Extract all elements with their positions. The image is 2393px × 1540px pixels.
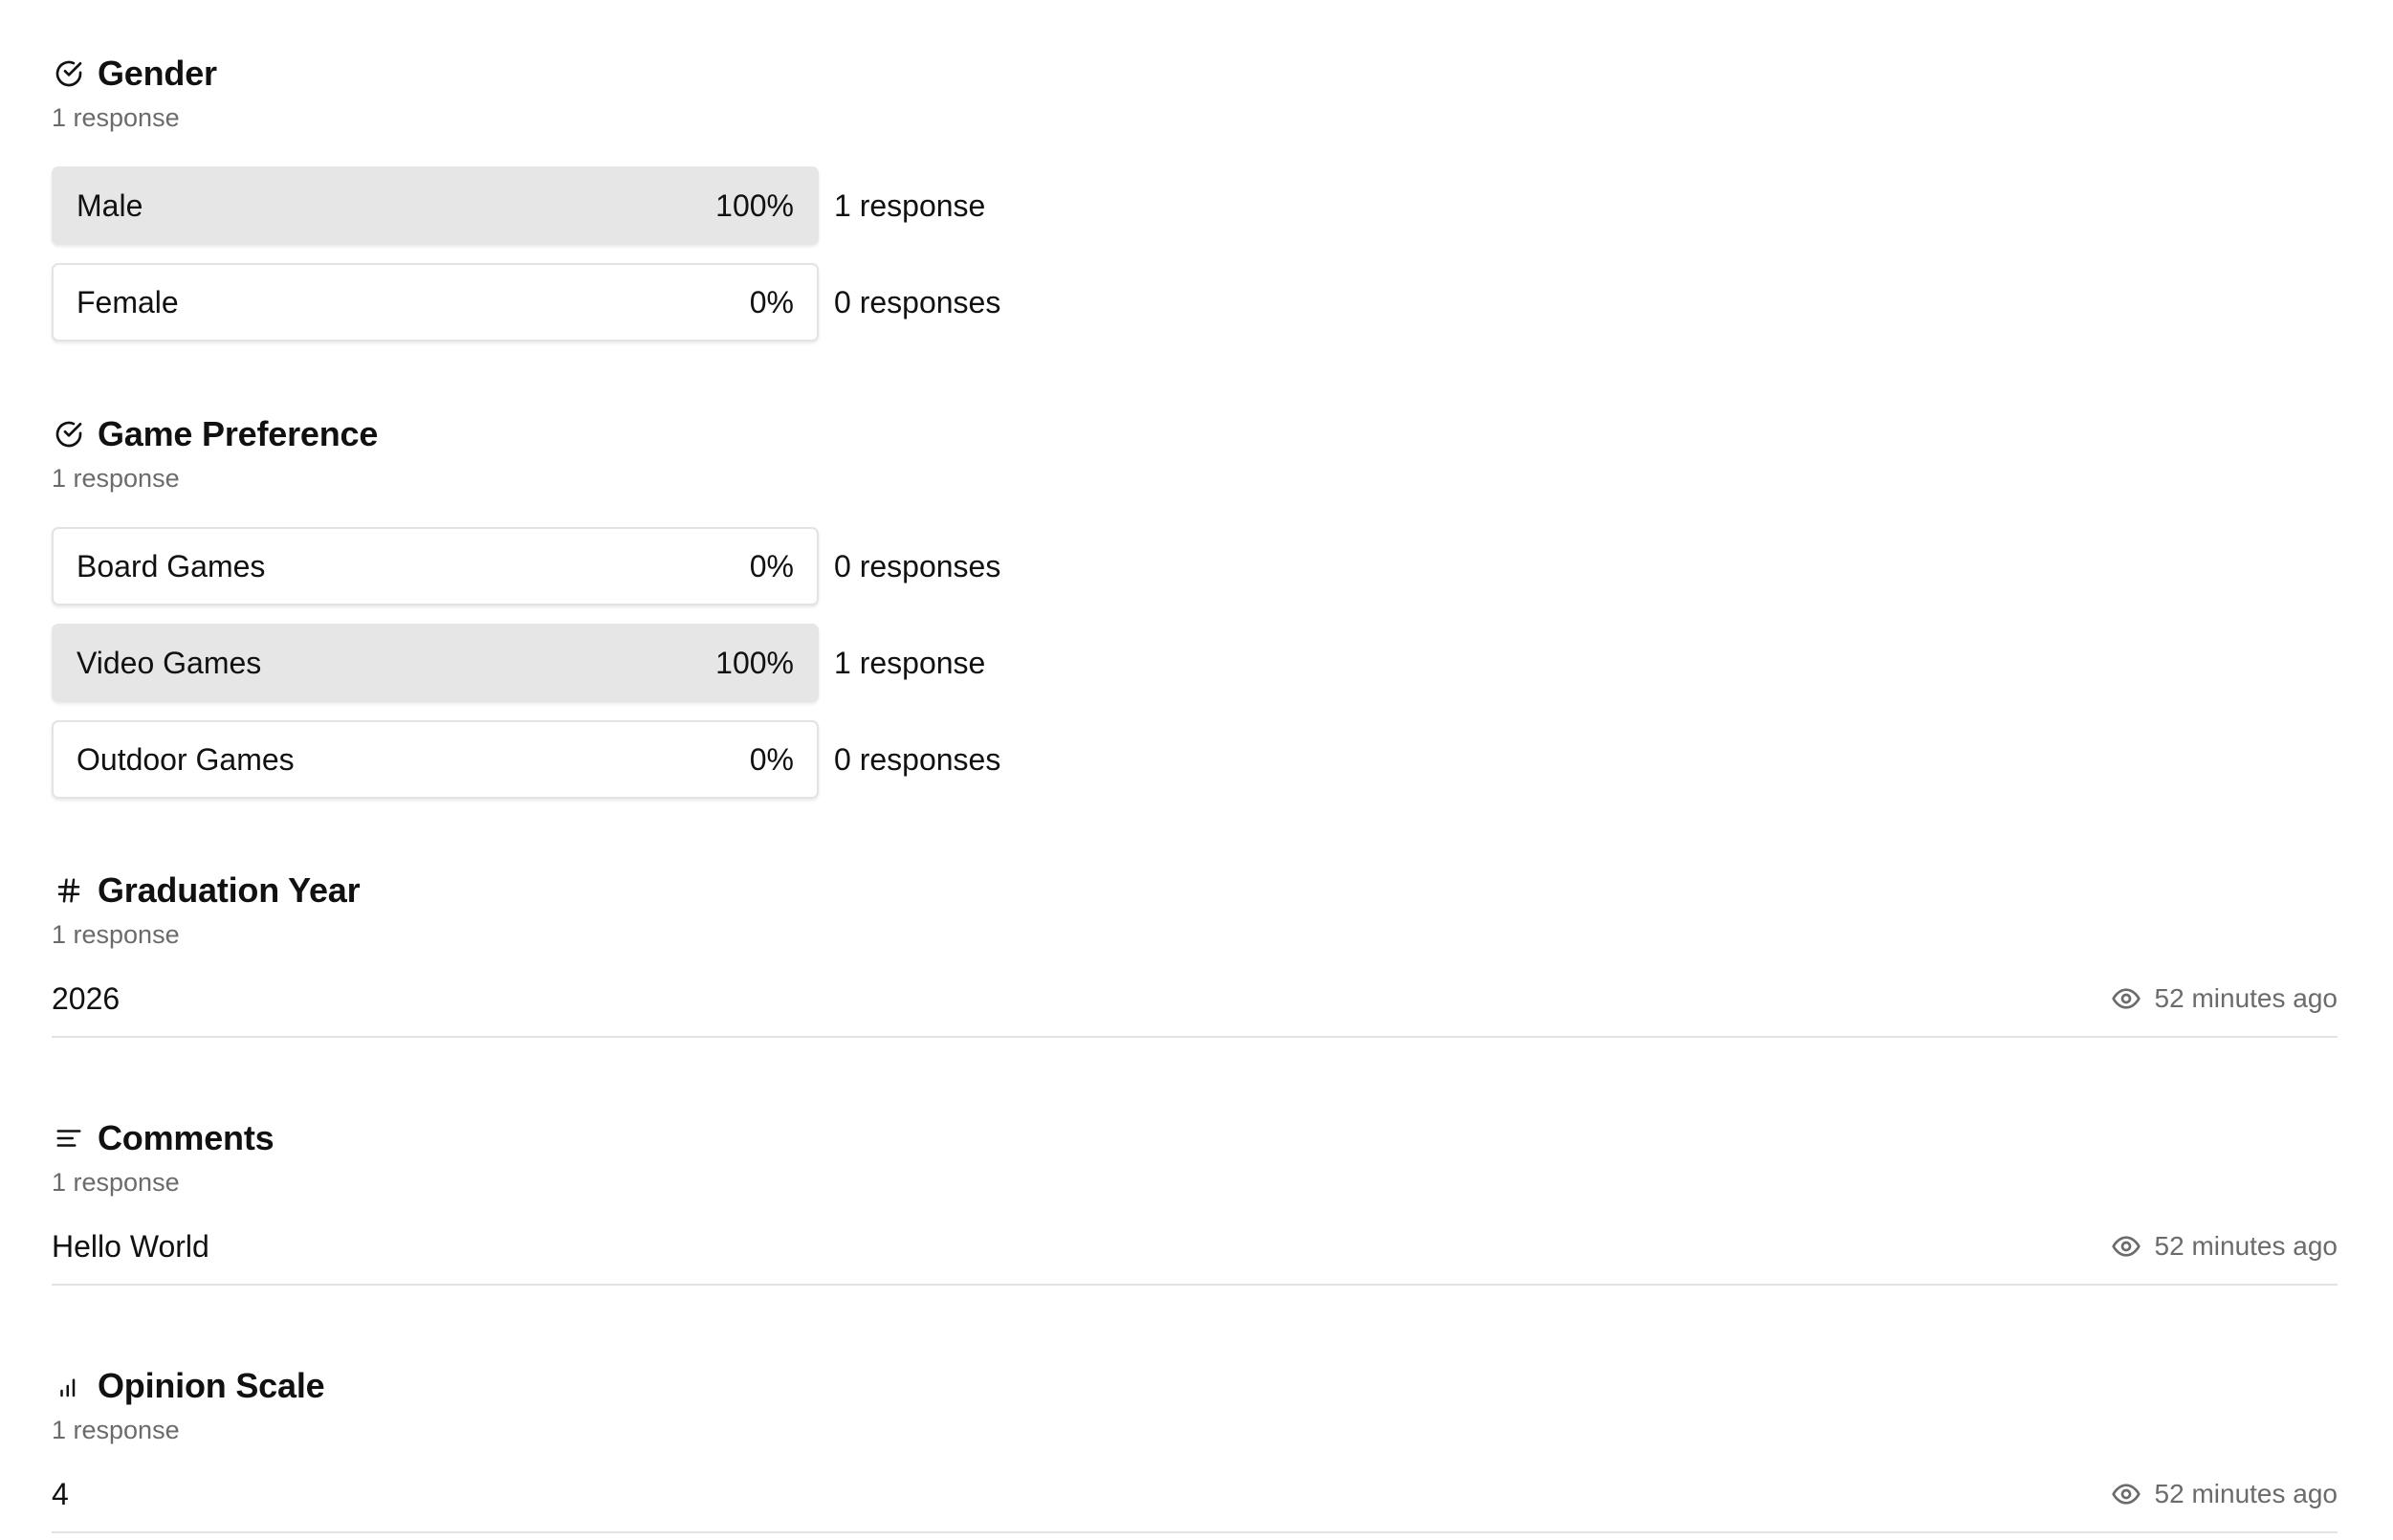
question-gender: Gender 1 response Male 100% 1 response F… xyxy=(52,52,1000,359)
option-label: Male xyxy=(77,187,143,223)
question-header: Graduation Year xyxy=(52,869,2338,913)
check-circle-icon xyxy=(52,417,86,451)
answer-row: 4 52 minutes ago xyxy=(52,1457,2338,1533)
answer-timestamp: 52 minutes ago xyxy=(2111,1479,2338,1509)
question-header: Opinion Scale xyxy=(52,1364,2338,1408)
eye-icon[interactable] xyxy=(2111,1479,2141,1509)
option-label: Outdoor Games xyxy=(77,741,295,777)
answer-timestamp: 52 minutes ago xyxy=(2111,983,2338,1014)
hash-icon xyxy=(52,873,86,908)
answer-value: Hello World xyxy=(52,1228,209,1264)
question-game-preference: Game Preference 1 response Board Games 0… xyxy=(52,412,1000,816)
option-label: Video Games xyxy=(77,645,262,680)
question-title: Comments xyxy=(98,1118,274,1157)
question-graduation-year: Graduation Year 1 response 2026 52 minut… xyxy=(52,869,2338,1038)
option-count: 0 responses xyxy=(834,548,1001,583)
text-lines-icon xyxy=(52,1121,86,1155)
option-percent: 0% xyxy=(749,548,794,583)
question-title: Game Preference xyxy=(98,414,379,453)
question-title: Opinion Scale xyxy=(98,1366,325,1405)
option-board-games[interactable]: Board Games 0% xyxy=(52,527,819,605)
answer-row: 2026 52 minutes ago xyxy=(52,961,2338,1038)
option-row: Outdoor Games 0% 0 responses xyxy=(52,719,1000,800)
option-row: Female 0% 0 responses xyxy=(52,262,1000,342)
option-outdoor-games[interactable]: Outdoor Games 0% xyxy=(52,720,819,799)
option-count: 0 responses xyxy=(834,741,1001,777)
response-count: 1 response xyxy=(52,1168,180,1197)
timestamp-text: 52 minutes ago xyxy=(2154,1231,2338,1261)
question-header: Comments xyxy=(52,1116,2338,1160)
question-header: Game Preference xyxy=(52,412,1000,456)
question-title: Graduation Year xyxy=(98,870,361,910)
response-count: 1 response xyxy=(52,920,180,949)
option-count: 1 response xyxy=(834,187,986,223)
answer-row: Hello World 52 minutes ago xyxy=(52,1209,2338,1286)
question-header: Gender xyxy=(52,52,1000,96)
option-female[interactable]: Female 0% xyxy=(52,263,819,341)
eye-icon[interactable] xyxy=(2111,983,2141,1014)
option-count: 1 response xyxy=(834,645,986,680)
option-male[interactable]: Male 100% xyxy=(52,166,819,245)
option-label: Female xyxy=(77,284,179,319)
answer-value: 2026 xyxy=(52,980,121,1016)
option-percent: 100% xyxy=(715,187,794,223)
question-title: Gender xyxy=(98,54,217,93)
timestamp-text: 52 minutes ago xyxy=(2154,1479,2338,1508)
bar-chart-icon xyxy=(52,1369,86,1403)
option-count: 0 responses xyxy=(834,284,1001,319)
answer-timestamp: 52 minutes ago xyxy=(2111,1231,2338,1262)
question-opinion-scale: Opinion Scale 1 response 4 52 minutes ag… xyxy=(52,1364,2338,1533)
timestamp-text: 52 minutes ago xyxy=(2154,983,2338,1013)
answer-value: 4 xyxy=(52,1476,69,1511)
option-percent: 100% xyxy=(715,645,794,680)
option-row: Male 100% 1 response xyxy=(52,165,1000,246)
response-count: 1 response xyxy=(52,464,180,493)
option-video-games[interactable]: Video Games 100% xyxy=(52,624,819,702)
response-count: 1 response xyxy=(52,1416,180,1444)
option-percent: 0% xyxy=(749,741,794,777)
responses-page: Gender 1 response Male 100% 1 response F… xyxy=(0,0,2393,1540)
question-comments: Comments 1 response Hello World 52 minut… xyxy=(52,1116,2338,1286)
check-circle-icon xyxy=(52,56,86,91)
option-percent: 0% xyxy=(749,284,794,319)
eye-icon[interactable] xyxy=(2111,1231,2141,1262)
option-row: Video Games 100% 1 response xyxy=(52,623,1000,703)
option-row: Board Games 0% 0 responses xyxy=(52,526,1000,606)
option-label: Board Games xyxy=(77,548,266,583)
response-count: 1 response xyxy=(52,103,180,132)
